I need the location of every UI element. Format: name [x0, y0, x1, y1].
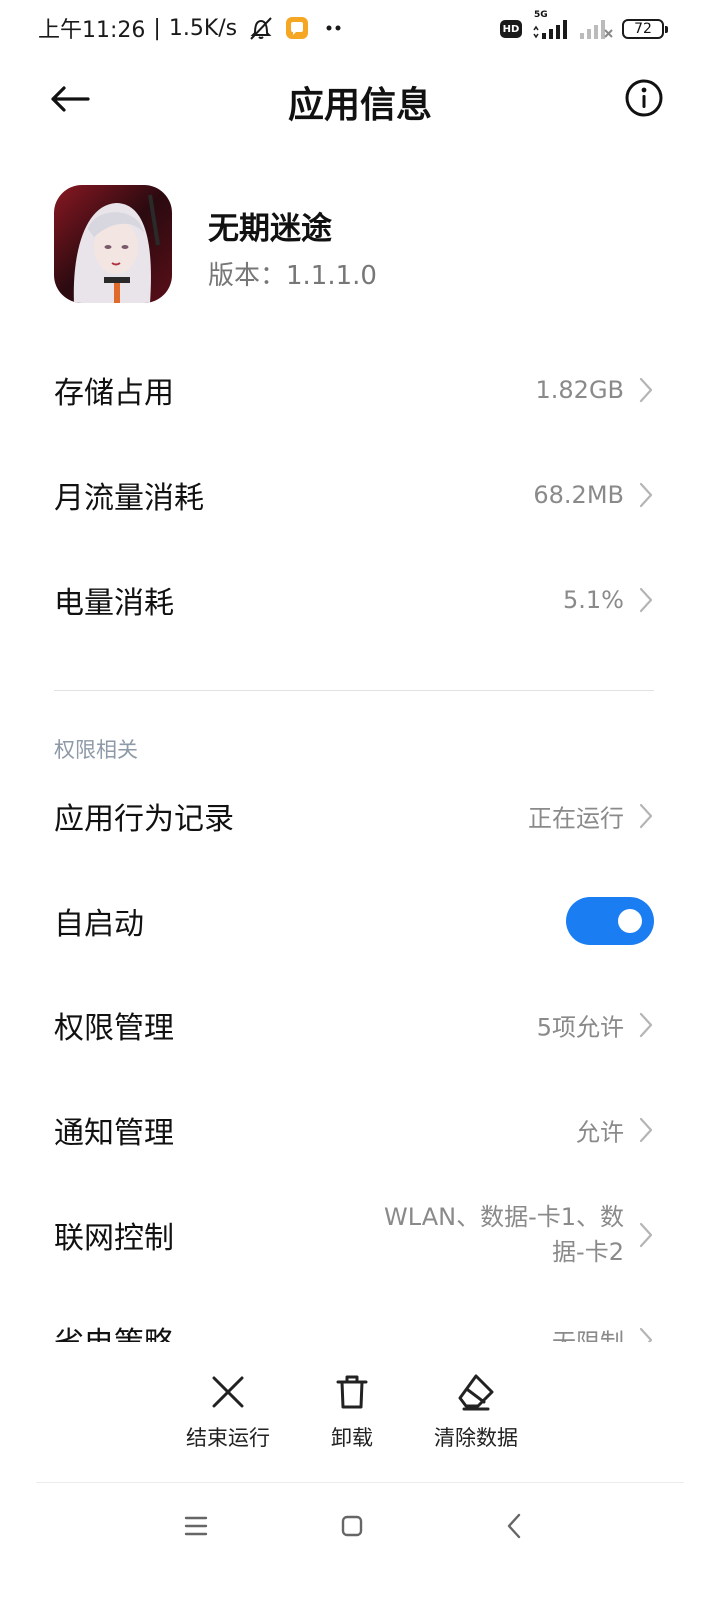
row-data-usage[interactable]: 月流量消耗 68.2MB	[0, 445, 720, 545]
recents-button[interactable]	[166, 1511, 226, 1541]
trash-icon	[336, 1375, 368, 1409]
page-title: 应用信息	[287, 85, 432, 126]
row-value: 5.1%	[563, 586, 624, 614]
status-bar: 上午11:26 | 1.5K/s HD 5G 72	[0, 0, 720, 56]
app-version: 版本：1.1.1.0	[208, 261, 377, 291]
chevron-right-icon	[639, 1117, 653, 1143]
force-stop-button[interactable]: 结束运行	[158, 1372, 298, 1472]
row-app-behavior[interactable]: 应用行为记录 正在运行	[0, 766, 720, 866]
status-bar-left: 上午11:26 | 1.5K/s	[38, 12, 343, 44]
info-button[interactable]	[624, 78, 666, 120]
status-bar-right: HD 5G 72	[500, 10, 668, 44]
chevron-right-icon	[639, 587, 653, 613]
chevron-right-icon	[639, 1012, 653, 1038]
app-icon	[54, 185, 172, 303]
divider	[54, 690, 654, 691]
chevron-right-icon	[639, 1222, 653, 1248]
row-label: 权限管理	[54, 1011, 174, 1046]
app-name: 无期迷途	[208, 211, 332, 247]
signal-no-service-icon	[578, 18, 614, 40]
row-label: 存储占用	[54, 376, 174, 411]
toggle-knob	[618, 909, 642, 933]
status-separator: |	[153, 15, 161, 41]
section-title-permissions: 权限相关	[54, 738, 138, 762]
row-value: 68.2MB	[533, 481, 624, 509]
row-value: 5项允许	[536, 1013, 624, 1042]
row-autostart: 自启动	[0, 871, 720, 971]
header: 应用信息	[0, 64, 720, 134]
alarm-off-icon	[247, 15, 275, 41]
system-back-button[interactable]	[484, 1511, 544, 1541]
close-x-icon	[212, 1376, 244, 1408]
hd-badge: HD	[500, 20, 522, 38]
info-circle-icon	[625, 79, 663, 117]
back-chevron-icon	[507, 1513, 521, 1539]
signal-icon: 5G	[532, 10, 572, 40]
home-square-icon	[341, 1515, 363, 1537]
row-notification-manage[interactable]: 通知管理 允许	[0, 1080, 720, 1180]
app-notification-icon	[285, 16, 309, 40]
row-battery-usage[interactable]: 电量消耗 5.1%	[0, 550, 720, 650]
more-dots-icon	[325, 24, 343, 32]
status-time: 上午11:26	[38, 18, 146, 43]
row-label: 应用行为记录	[54, 802, 234, 837]
row-permission-manage[interactable]: 权限管理 5项允许	[0, 975, 720, 1075]
action-label: 清除数据	[434, 1426, 518, 1450]
uninstall-button[interactable]: 卸载	[282, 1372, 422, 1472]
row-value: WLAN、数据-卡1、数据-卡2	[384, 1203, 624, 1266]
network-type-label: 5G	[534, 10, 548, 20]
battery-icon: 72	[622, 19, 668, 39]
chevron-right-icon	[639, 482, 653, 508]
row-label: 自启动	[54, 907, 144, 942]
app-summary: 无期迷途 版本：1.1.1.0	[54, 185, 674, 305]
action-label: 结束运行	[186, 1426, 270, 1450]
row-network-control[interactable]: 联网控制 WLAN、数据-卡1、数据-卡2	[0, 1185, 720, 1285]
row-value: 1.82GB	[535, 376, 625, 404]
row-value: 正在运行	[528, 804, 624, 833]
status-net-speed: 1.5K/s	[168, 15, 238, 41]
home-button[interactable]	[322, 1511, 382, 1541]
eraser-icon	[458, 1374, 494, 1411]
autostart-toggle[interactable]	[566, 897, 654, 945]
row-label: 联网控制	[54, 1221, 174, 1256]
menu-icon	[184, 1516, 208, 1536]
chevron-right-icon	[639, 377, 653, 403]
action-bar: 结束运行 卸载 清除数据	[0, 1342, 720, 1482]
chevron-right-icon	[639, 803, 653, 829]
row-label: 月流量消耗	[54, 481, 204, 516]
row-label: 电量消耗	[54, 586, 174, 621]
clear-data-button[interactable]: 清除数据	[406, 1372, 546, 1472]
navigation-bar	[0, 1483, 720, 1600]
action-label: 卸载	[331, 1426, 373, 1450]
battery-level: 72	[634, 21, 652, 37]
row-value: 允许	[576, 1118, 624, 1147]
row-label: 通知管理	[54, 1116, 174, 1151]
row-storage[interactable]: 存储占用 1.82GB	[0, 340, 720, 440]
